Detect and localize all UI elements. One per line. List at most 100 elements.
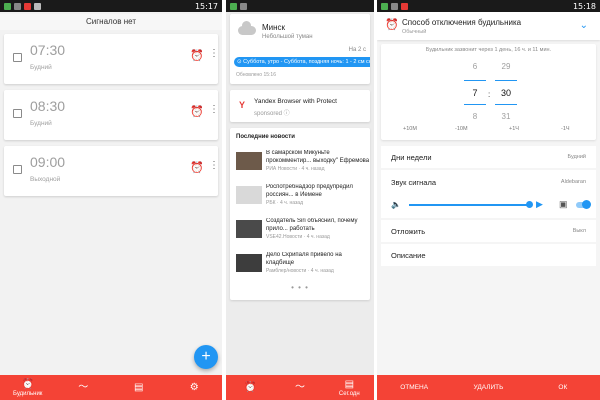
news-thumbnail	[236, 220, 262, 238]
ad-sponsored-label: sponsored ⓘ	[254, 111, 290, 117]
ok-button[interactable]: ОК	[533, 384, 593, 391]
alarm-card[interactable]: 09:00 Выходной ⏰ ⋮	[4, 146, 219, 196]
alarm-checkbox[interactable]	[13, 53, 22, 62]
hour-selector-line	[464, 80, 486, 81]
hour-next[interactable]: 8	[463, 112, 487, 121]
news-item[interactable]: Дело Скрипаля привело на кладбище Рамбле…	[236, 252, 368, 280]
volume-slider-track[interactable]	[409, 204, 529, 206]
news-source: РБК · 4 ч. назад	[266, 200, 304, 206]
minus-10-min-button[interactable]: -10М	[455, 126, 468, 132]
news-title: Дело Скрипаля привело на кладбище	[266, 252, 342, 266]
vibrate-icon: ▣	[559, 199, 568, 209]
news-item[interactable]: В самарском Микуньте прокомментир... вых…	[236, 150, 369, 178]
news-title: Роспотребнадзор предупредил россиян... в…	[266, 184, 353, 198]
screenshot-root: 15:17 Сигналов нет 07:30 Будний ⏰ ⋮ 08:3…	[0, 0, 600, 400]
cancel-button[interactable]: ОТМЕНА	[384, 384, 444, 391]
nav-stats-tab[interactable]: 〜	[282, 382, 318, 394]
app-notification-icon	[34, 2, 41, 10]
plus-10-min-button[interactable]: +10М	[403, 126, 417, 132]
app-notification-icon	[4, 2, 11, 10]
play-icon[interactable]: ▶	[536, 199, 543, 210]
hour-selected[interactable]: 7	[463, 88, 487, 98]
news-item[interactable]: Создатель Siri объяснил, почему прило...…	[236, 218, 368, 246]
snooze-row[interactable]: Отложить Выкл	[381, 220, 596, 242]
alarm-clock-icon[interactable]: ⏰	[190, 161, 204, 174]
alarm-checkbox[interactable]	[13, 109, 22, 118]
nav-feed-tab[interactable]: ▤ Сег.одн	[331, 379, 367, 397]
alarm-checkbox[interactable]	[13, 165, 22, 174]
nav-feed-tab[interactable]: ▤	[119, 382, 159, 394]
yandex-logo-icon: Y	[237, 100, 247, 110]
dismiss-method-row[interactable]: ⏰ Способ отключения будильника Обычный ⌄	[377, 12, 600, 40]
feed-screen: Минск Небольшой туман На 2 с ⊙ Суббота, …	[226, 0, 374, 400]
trend-icon: 〜	[78, 381, 89, 393]
more-news-icon[interactable]: • • •	[230, 283, 370, 292]
nav-feed-label: Сег.одн	[338, 390, 360, 397]
alarm-repeat-label: Будний	[30, 64, 52, 71]
news-card: Последние новости В самарском Микуньте п…	[230, 128, 370, 300]
app-notification-icon	[401, 2, 408, 10]
minute-prev[interactable]: 29	[494, 62, 518, 71]
more-vert-icon[interactable]: ⋮	[209, 161, 219, 171]
description-label: Описание	[391, 251, 426, 260]
delete-button[interactable]: УДАЛИТЬ	[458, 384, 518, 391]
alarms-screen: 15:17 Сигналов нет 07:30 Будний ⏰ ⋮ 08:3…	[0, 0, 222, 400]
nav-alarm-tab[interactable]: ⏰ Будильник	[8, 379, 48, 397]
nav-stats-tab[interactable]: 〜	[63, 382, 103, 394]
more-vert-icon[interactable]: ⋮	[209, 49, 219, 59]
news-item[interactable]: Роспотребнадзор предупредил россиян... в…	[236, 184, 368, 212]
nav-alarm-label: Будильник	[13, 390, 43, 397]
weekdays-row[interactable]: Дни недели Будний	[381, 146, 596, 168]
minute-selected[interactable]: 30	[494, 88, 518, 98]
time-picker: Будильник зазвонит через 1 день, 16 ч. и…	[381, 44, 596, 140]
snooze-value: Выкл	[572, 228, 586, 234]
app-notification-icon	[381, 2, 388, 10]
alarm-time: 08:30	[30, 98, 66, 114]
ad-card[interactable]: Y Yandex Browser with Protect sponsored …	[230, 90, 370, 122]
alarm-icon: ⏰	[244, 381, 257, 393]
chevron-down-icon[interactable]: ⌄	[580, 20, 588, 31]
dismiss-method-title: Способ отключения будильника	[402, 18, 522, 27]
app-notification-icon	[391, 2, 398, 10]
status-time: 15:18	[572, 1, 596, 11]
snooze-label: Отложить	[391, 227, 426, 236]
alarm-clock-icon[interactable]: ⏰	[190, 49, 204, 62]
time-colon: :	[488, 90, 491, 99]
minute-next[interactable]: 31	[494, 112, 518, 121]
nav-alarm-tab[interactable]: ⏰	[233, 382, 269, 394]
weekdays-value: Будний	[567, 154, 586, 160]
weather-alert-banner[interactable]: ⊙ Суббота, утро - Суббота, поздняя ночь:…	[234, 57, 370, 67]
description-row[interactable]: Описание	[381, 244, 596, 266]
nav-settings-tab[interactable]: ⚙	[174, 382, 214, 394]
trend-icon: 〜	[294, 381, 305, 393]
status-bar: 15:18	[377, 0, 600, 12]
hour-selector-line	[464, 104, 486, 105]
weather-updated: Обновлено 15:16	[236, 72, 276, 78]
minus-1-hour-button[interactable]: -1Ч	[561, 126, 570, 132]
volume-slider-thumb[interactable]	[526, 201, 533, 208]
dismiss-method-value: Обычный	[402, 29, 427, 35]
feed-icon: ▤	[134, 381, 144, 393]
bottom-nav: ⏰ 〜 ▤ Сег.одн	[226, 375, 374, 400]
ad-title: Yandex Browser with Protect	[254, 98, 337, 105]
cloud-icon	[238, 21, 256, 35]
minute-selector-line	[495, 80, 517, 81]
vibrate-toggle[interactable]	[576, 200, 591, 209]
plus-1-hour-button[interactable]: +1Ч	[509, 126, 519, 132]
alarm-clock-icon[interactable]: ⏰	[190, 105, 204, 118]
more-vert-icon[interactable]: ⋮	[209, 105, 219, 115]
alarm-sound-row[interactable]: Звук сигнала Aldebaran 🔈 ▶ ▣	[381, 170, 596, 218]
alarm-card[interactable]: 08:30 Будний ⏰ ⋮	[4, 90, 219, 140]
alarm-card[interactable]: 07:30 Будний ⏰ ⋮	[4, 34, 219, 84]
alarm-clock-icon: ⏰	[385, 19, 399, 31]
add-alarm-button[interactable]: +	[194, 345, 218, 369]
weather-card[interactable]: Минск Небольшой туман На 2 с ⊙ Суббота, …	[230, 14, 370, 84]
news-source: РИА Новости · 4 ч. назад	[266, 166, 325, 172]
hour-prev[interactable]: 6	[463, 62, 487, 71]
sound-label: Звук сигнала	[391, 178, 436, 187]
weather-desc: Небольшой туман	[262, 34, 313, 40]
news-source: Рамблер/новости · 4 ч. назад	[266, 268, 334, 274]
bottom-nav: ⏰ Будильник 〜 ▤ ⚙	[0, 375, 222, 400]
alarm-time: 07:30	[30, 42, 66, 58]
weather-date: На 2 с	[348, 47, 366, 53]
